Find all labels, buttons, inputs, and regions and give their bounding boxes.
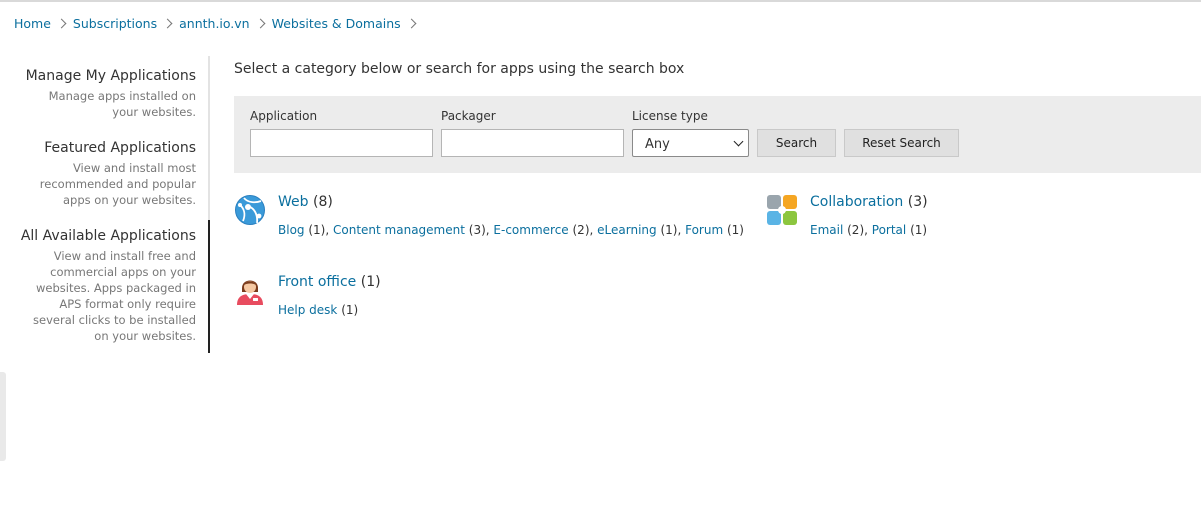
- search-panel: Application Packager License type Any Se…: [234, 96, 1201, 173]
- separator: ,: [677, 223, 686, 237]
- chevron-right-icon: [162, 18, 173, 29]
- subcategory-list: Email (2), Portal (1): [810, 223, 927, 237]
- reset-search-button[interactable]: Reset Search: [844, 129, 959, 157]
- sidebar-item-description: View and install free and commercial app…: [21, 248, 196, 344]
- desc-line: View and install free and: [53, 249, 196, 263]
- license-type-label: License type: [632, 109, 708, 123]
- breadcrumb: Home Subscriptions annth.io.vn Websites …: [14, 16, 423, 31]
- category-title: Web (8): [278, 194, 333, 210]
- desc-line: websites. Apps packaged in: [36, 281, 196, 295]
- license-type-value: Any: [645, 137, 670, 152]
- subcategory-e-commerce[interactable]: E-commerce: [493, 223, 568, 237]
- sidebar-active-indicator: [208, 220, 210, 353]
- sidebar-item-title: Manage My Applications: [25, 68, 196, 84]
- separator: ,: [589, 223, 598, 237]
- top-border: [0, 0, 1201, 2]
- sidebar-item-featured-applications[interactable]: Featured Applications View and install m…: [40, 139, 196, 208]
- sidebar-item-all-available-applications[interactable]: All Available Applications View and inst…: [21, 227, 196, 344]
- desc-line: commercial apps on your: [50, 265, 196, 279]
- category-collaboration-link[interactable]: Collaboration: [810, 194, 903, 210]
- breadcrumb-subscription-domain[interactable]: annth.io.vn: [179, 16, 250, 31]
- sidebar-item-description: Manage apps installed on your websites.: [26, 88, 196, 120]
- sidebar-item-manage-my-applications[interactable]: Manage My Applications Manage apps insta…: [26, 67, 196, 120]
- subcategory-list: Help desk (1): [278, 303, 358, 317]
- breadcrumb-subscriptions[interactable]: Subscriptions: [73, 16, 157, 31]
- chevron-right-icon: [406, 18, 417, 29]
- desc-line: Manage apps installed on: [48, 89, 196, 103]
- subcategory-email[interactable]: Email: [810, 223, 843, 237]
- subcategory-blog[interactable]: Blog: [278, 223, 305, 237]
- subcategory-portal[interactable]: Portal: [872, 223, 906, 237]
- subcategory-count: (3): [468, 223, 486, 237]
- subcategory-count: (1): [341, 303, 359, 317]
- desc-line: View and install most: [72, 161, 196, 175]
- subcategory-count: (1): [660, 223, 678, 237]
- sidebar-item-description: View and install most recommended and po…: [40, 160, 196, 208]
- chevron-down-icon: [733, 136, 744, 147]
- subcategory-count: (2): [847, 223, 865, 237]
- subcategory-count: (2): [572, 223, 590, 237]
- subcategory-content-management[interactable]: Content management: [333, 223, 465, 237]
- category-count: (8): [312, 194, 333, 210]
- packager-label: Packager: [441, 109, 496, 123]
- sidebar-item-title: Featured Applications: [44, 140, 196, 156]
- subcategory-count: (1): [910, 223, 928, 237]
- subcategory-count: (1): [726, 223, 744, 237]
- chevron-right-icon: [56, 18, 67, 29]
- application-label: Application: [250, 109, 318, 123]
- breadcrumb-websites-domains[interactable]: Websites & Domains: [272, 16, 401, 31]
- subcategory-help-desk[interactable]: Help desk: [278, 303, 337, 317]
- search-button[interactable]: Search: [757, 129, 836, 157]
- subcategory-count: (1): [308, 223, 326, 237]
- page-intro-text: Select a category below or search for ap…: [234, 61, 685, 77]
- breadcrumb-home[interactable]: Home: [14, 16, 51, 31]
- collaboration-icon: [767, 195, 797, 225]
- desc-line: on your websites.: [94, 329, 196, 343]
- category-count: (1): [360, 274, 381, 290]
- globe-icon: [235, 195, 265, 225]
- desc-line: your websites.: [112, 105, 196, 119]
- category-count: (3): [907, 194, 928, 210]
- desc-line: apps on your websites.: [63, 193, 196, 207]
- side-panel-handle[interactable]: [0, 372, 6, 461]
- category-front-office-link[interactable]: Front office: [278, 274, 356, 290]
- front-office-person-icon: [237, 280, 263, 305]
- subcategory-elearning[interactable]: eLearning: [597, 223, 656, 237]
- category-title: Collaboration (3): [810, 194, 928, 210]
- category-web-link[interactable]: Web: [278, 194, 309, 210]
- separator: ,: [864, 223, 872, 237]
- license-type-select[interactable]: Any: [632, 129, 749, 157]
- desc-line: recommended and popular: [39, 177, 196, 191]
- category-title: Front office (1): [278, 274, 381, 290]
- desc-line: several clicks to be installed: [33, 313, 196, 327]
- chevron-right-icon: [255, 18, 266, 29]
- packager-input[interactable]: [441, 129, 624, 157]
- application-input[interactable]: [250, 129, 433, 157]
- sidebar-item-title: All Available Applications: [20, 228, 196, 244]
- app-sidebar: Manage My Applications Manage apps insta…: [0, 56, 210, 353]
- subcategory-forum[interactable]: Forum: [685, 223, 723, 237]
- separator: ,: [325, 223, 333, 237]
- subcategory-list: Blog (1), Content management (3), E-comm…: [278, 223, 744, 237]
- desc-line: APS format only require: [59, 297, 196, 311]
